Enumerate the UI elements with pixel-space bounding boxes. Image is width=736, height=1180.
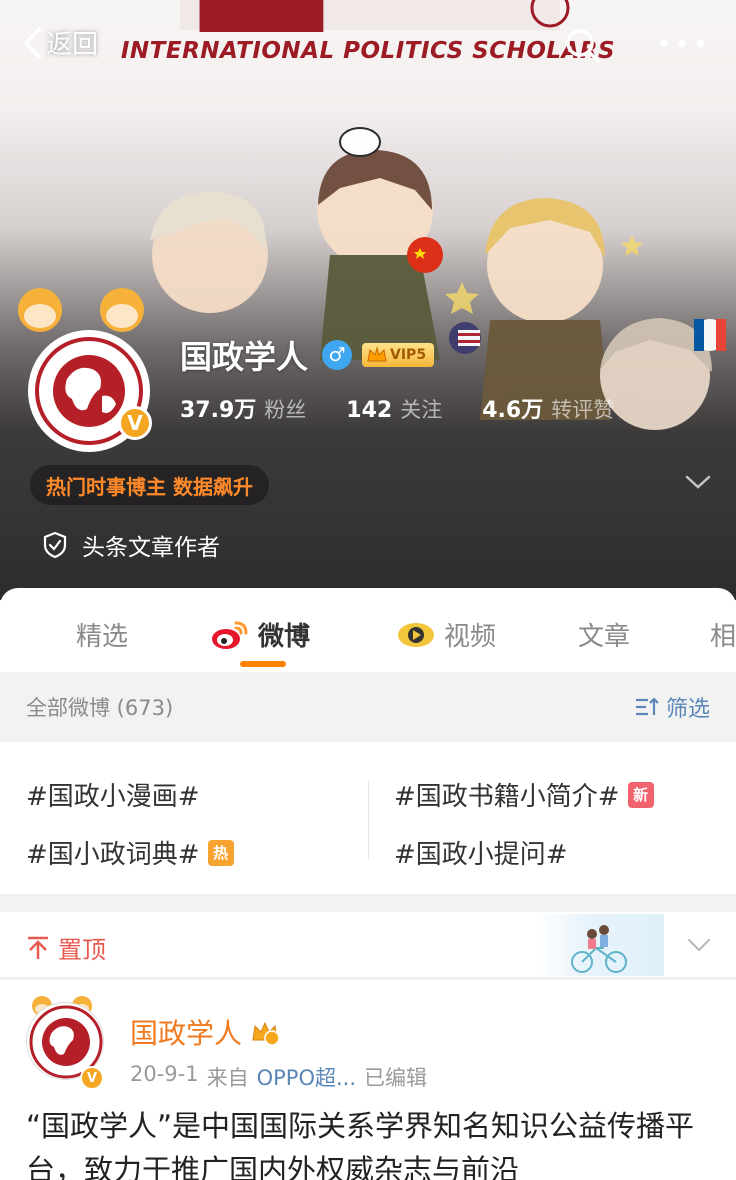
back-label: 返回 [46, 30, 99, 60]
verified-badge: V [118, 406, 152, 440]
vip-badge[interactable]: VIP5 [362, 343, 435, 367]
topic-label: #国政小漫画# [26, 782, 200, 812]
crown-icon [367, 346, 387, 362]
tab-weibo[interactable]: 微博 [210, 616, 310, 653]
tab-albums[interactable]: 相 [710, 616, 736, 653]
profile-name-row: 国政学人 ♂ VIP5 [180, 332, 435, 378]
cover-illustration: ▇▇▇▇ [18, 0, 726, 430]
new-badge: 新 [627, 781, 654, 808]
stat-value: 37.9万 [180, 398, 257, 423]
stat-following[interactable]: 142 关注 [346, 394, 442, 424]
pin-top-icon [28, 936, 48, 959]
pinned-decoration [534, 914, 664, 976]
pinned-label: 置顶 [58, 936, 106, 964]
verified-badge: V [80, 1066, 104, 1090]
tab-label: 精选 [76, 622, 129, 652]
chevron-down-icon[interactable] [686, 936, 712, 954]
tab-label: 视频 [444, 622, 497, 652]
post-text[interactable]: “国政学人”是中国国际关系学界知名知识公益传播平台，致力于推广国内外权威杂志与前… [26, 1104, 716, 1180]
post-date: 20-9-1 [130, 1062, 199, 1086]
topic-divider [368, 780, 369, 860]
stat-label: 粉丝 [264, 398, 307, 422]
author-label: 头条文章作者 [82, 535, 220, 561]
stat-followers[interactable]: 37.9万 粉丝 [180, 392, 306, 424]
post-source-prefix: 来自 [206, 1066, 249, 1090]
post-source[interactable]: OPPO超... [257, 1062, 356, 1092]
topic-item[interactable]: #国政书籍小简介# 新 [394, 776, 654, 813]
profile-page: ▇▇▇▇ INTERNATIONAL POLITICS SCHOLARS 返回 … [0, 0, 736, 1180]
stat-reposts-comments-likes[interactable]: 4.6万 转评赞 [482, 392, 614, 424]
hot-blogger-tag[interactable]: 热门时事博主 数据飙升 [30, 465, 269, 505]
post-author: 国政学人 [130, 1017, 243, 1050]
feed-post[interactable]: V 国政学人 20-9-1 来自 OPPO超... 已编辑 “国政学人”是中国国… [0, 980, 736, 1180]
post-author-row[interactable]: 国政学人 [130, 1012, 280, 1052]
profile-tabs: 精选 微博 视频 文章 相 [0, 588, 736, 672]
gender-male-icon: ♂ [322, 340, 353, 370]
vip-crown-icon [252, 1021, 280, 1046]
post-meta: 20-9-1 来自 OPPO超... 已编辑 [130, 1062, 435, 1092]
post-edited: 已编辑 [364, 1066, 428, 1090]
topic-item[interactable]: #国小政词典# 热 [26, 834, 234, 871]
stat-value: 4.6万 [482, 398, 544, 423]
active-tab-indicator [240, 661, 286, 667]
feed-filter-bar: 全部微博 (673) 筛选 [0, 672, 736, 742]
filter-icon [635, 697, 659, 716]
tab-label: 相 [710, 622, 736, 652]
chevron-left-icon [24, 26, 41, 59]
top-navigation-bar: 返回 ••• [0, 20, 736, 72]
tab-video[interactable]: 视频 [396, 616, 496, 653]
video-icon [398, 622, 434, 647]
tab-articles[interactable]: 文章 [578, 616, 630, 653]
stat-label: 关注 [400, 398, 443, 422]
filter-label: 筛选 [665, 697, 710, 722]
profile-header: ▇▇▇▇ INTERNATIONAL POLITICS SCHOLARS 返回 … [0, 0, 736, 600]
pinned-header[interactable]: 置顶 [0, 912, 736, 978]
topic-label: #国政小提问# [394, 840, 568, 870]
chevron-down-icon[interactable] [684, 472, 712, 492]
hot-badge: 热 [207, 839, 234, 866]
topic-grid: #国政小漫画# #国政书籍小简介# 新 #国小政词典# 热 #国政小提问# [0, 742, 736, 894]
back-button[interactable]: 返回 [22, 24, 98, 61]
filter-button[interactable]: 筛选 [634, 691, 710, 723]
topic-label: #国小政词典# [26, 840, 200, 870]
weibo-icon [212, 621, 248, 649]
pinned-label-row: 置顶 [26, 930, 106, 965]
topic-item[interactable]: #国政小提问# [394, 834, 568, 871]
more-options-icon[interactable]: ••• [656, 30, 711, 60]
stat-label: 转评赞 [551, 398, 615, 422]
author-label-row: 头条文章作者 [42, 528, 220, 562]
bicycle-couple-illustration [571, 925, 627, 973]
post-count: 全部微博 (673) [26, 696, 174, 720]
profile-stats: 37.9万 粉丝 142 关注 4.6万 转评赞 [180, 392, 654, 424]
tab-featured[interactable]: 精选 [76, 616, 128, 653]
vip-label: VIP5 [390, 347, 427, 363]
profile-name: 国政学人 [180, 338, 309, 376]
topic-label: #国政书籍小简介# [394, 782, 620, 812]
search-icon[interactable] [563, 26, 603, 66]
tab-label: 微博 [258, 622, 311, 652]
tab-label: 文章 [578, 622, 631, 652]
topic-item[interactable]: #国政小漫画# [26, 776, 200, 813]
stat-value: 142 [346, 398, 393, 423]
shield-check-icon [43, 531, 67, 559]
